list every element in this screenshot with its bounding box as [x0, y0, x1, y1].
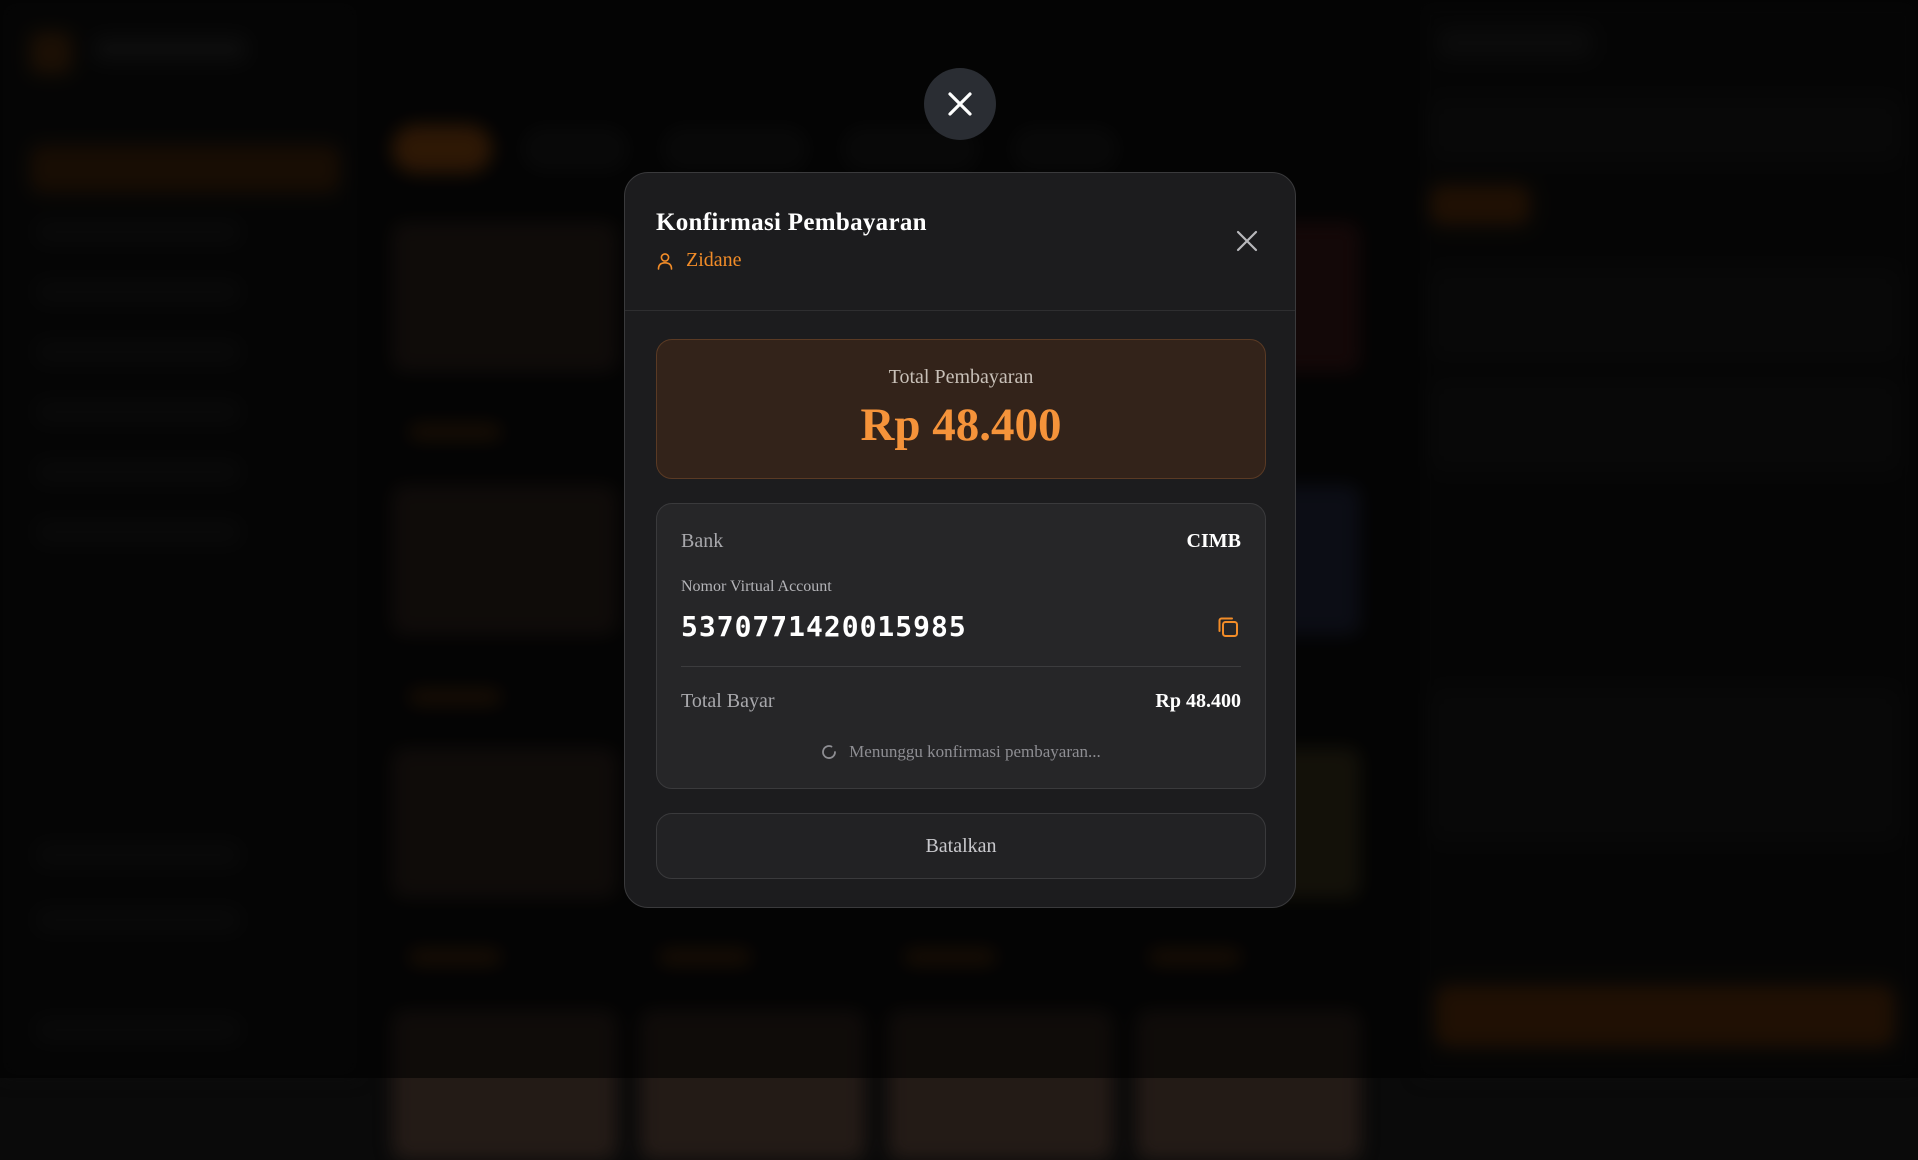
cancel-button[interactable]: Batalkan	[656, 813, 1266, 879]
bank-label: Bank	[681, 530, 724, 552]
total-payment-amount: Rp 48.400	[860, 399, 1062, 451]
loading-spinner-icon	[821, 744, 837, 760]
waiting-status: Menunggu konfirmasi pembayaran...	[657, 742, 1265, 762]
customer-row: Zidane	[656, 249, 742, 272]
bank-row: Bank CIMB	[681, 530, 1241, 553]
divider	[681, 666, 1241, 667]
virtual-account-label: Nomor Virtual Account	[681, 578, 832, 595]
total-payment-box: Total Pembayaran Rp 48.400	[656, 339, 1266, 479]
total-bayar-label: Total Bayar	[681, 690, 775, 712]
payment-confirmation-modal: Konfirmasi Pembayaran Zidane Total Pemba…	[624, 172, 1296, 908]
waiting-text: Menunggu konfirmasi pembayaran...	[849, 742, 1101, 761]
modal-title: Konfirmasi Pembayaran	[656, 209, 927, 236]
modal-close-button[interactable]	[1231, 225, 1263, 257]
total-bayar-value: Rp 48.400	[1155, 690, 1241, 712]
outer-close-button[interactable]	[924, 68, 996, 140]
close-icon	[1236, 230, 1258, 252]
total-payment-label: Total Pembayaran	[888, 366, 1034, 388]
copy-icon	[1218, 617, 1238, 637]
virtual-account-number: 5370771420015985	[681, 610, 967, 643]
close-icon	[948, 92, 972, 116]
copy-button[interactable]	[1215, 614, 1241, 640]
bank-value: CIMB	[1186, 530, 1241, 552]
payment-details-card: Bank CIMB Nomor Virtual Account 53707714…	[656, 503, 1266, 789]
customer-name: Zidane	[686, 249, 742, 271]
total-bayar-row: Total Bayar Rp 48.400	[681, 690, 1241, 713]
user-icon	[656, 252, 674, 270]
modal-header: Konfirmasi Pembayaran Zidane	[625, 173, 1295, 311]
